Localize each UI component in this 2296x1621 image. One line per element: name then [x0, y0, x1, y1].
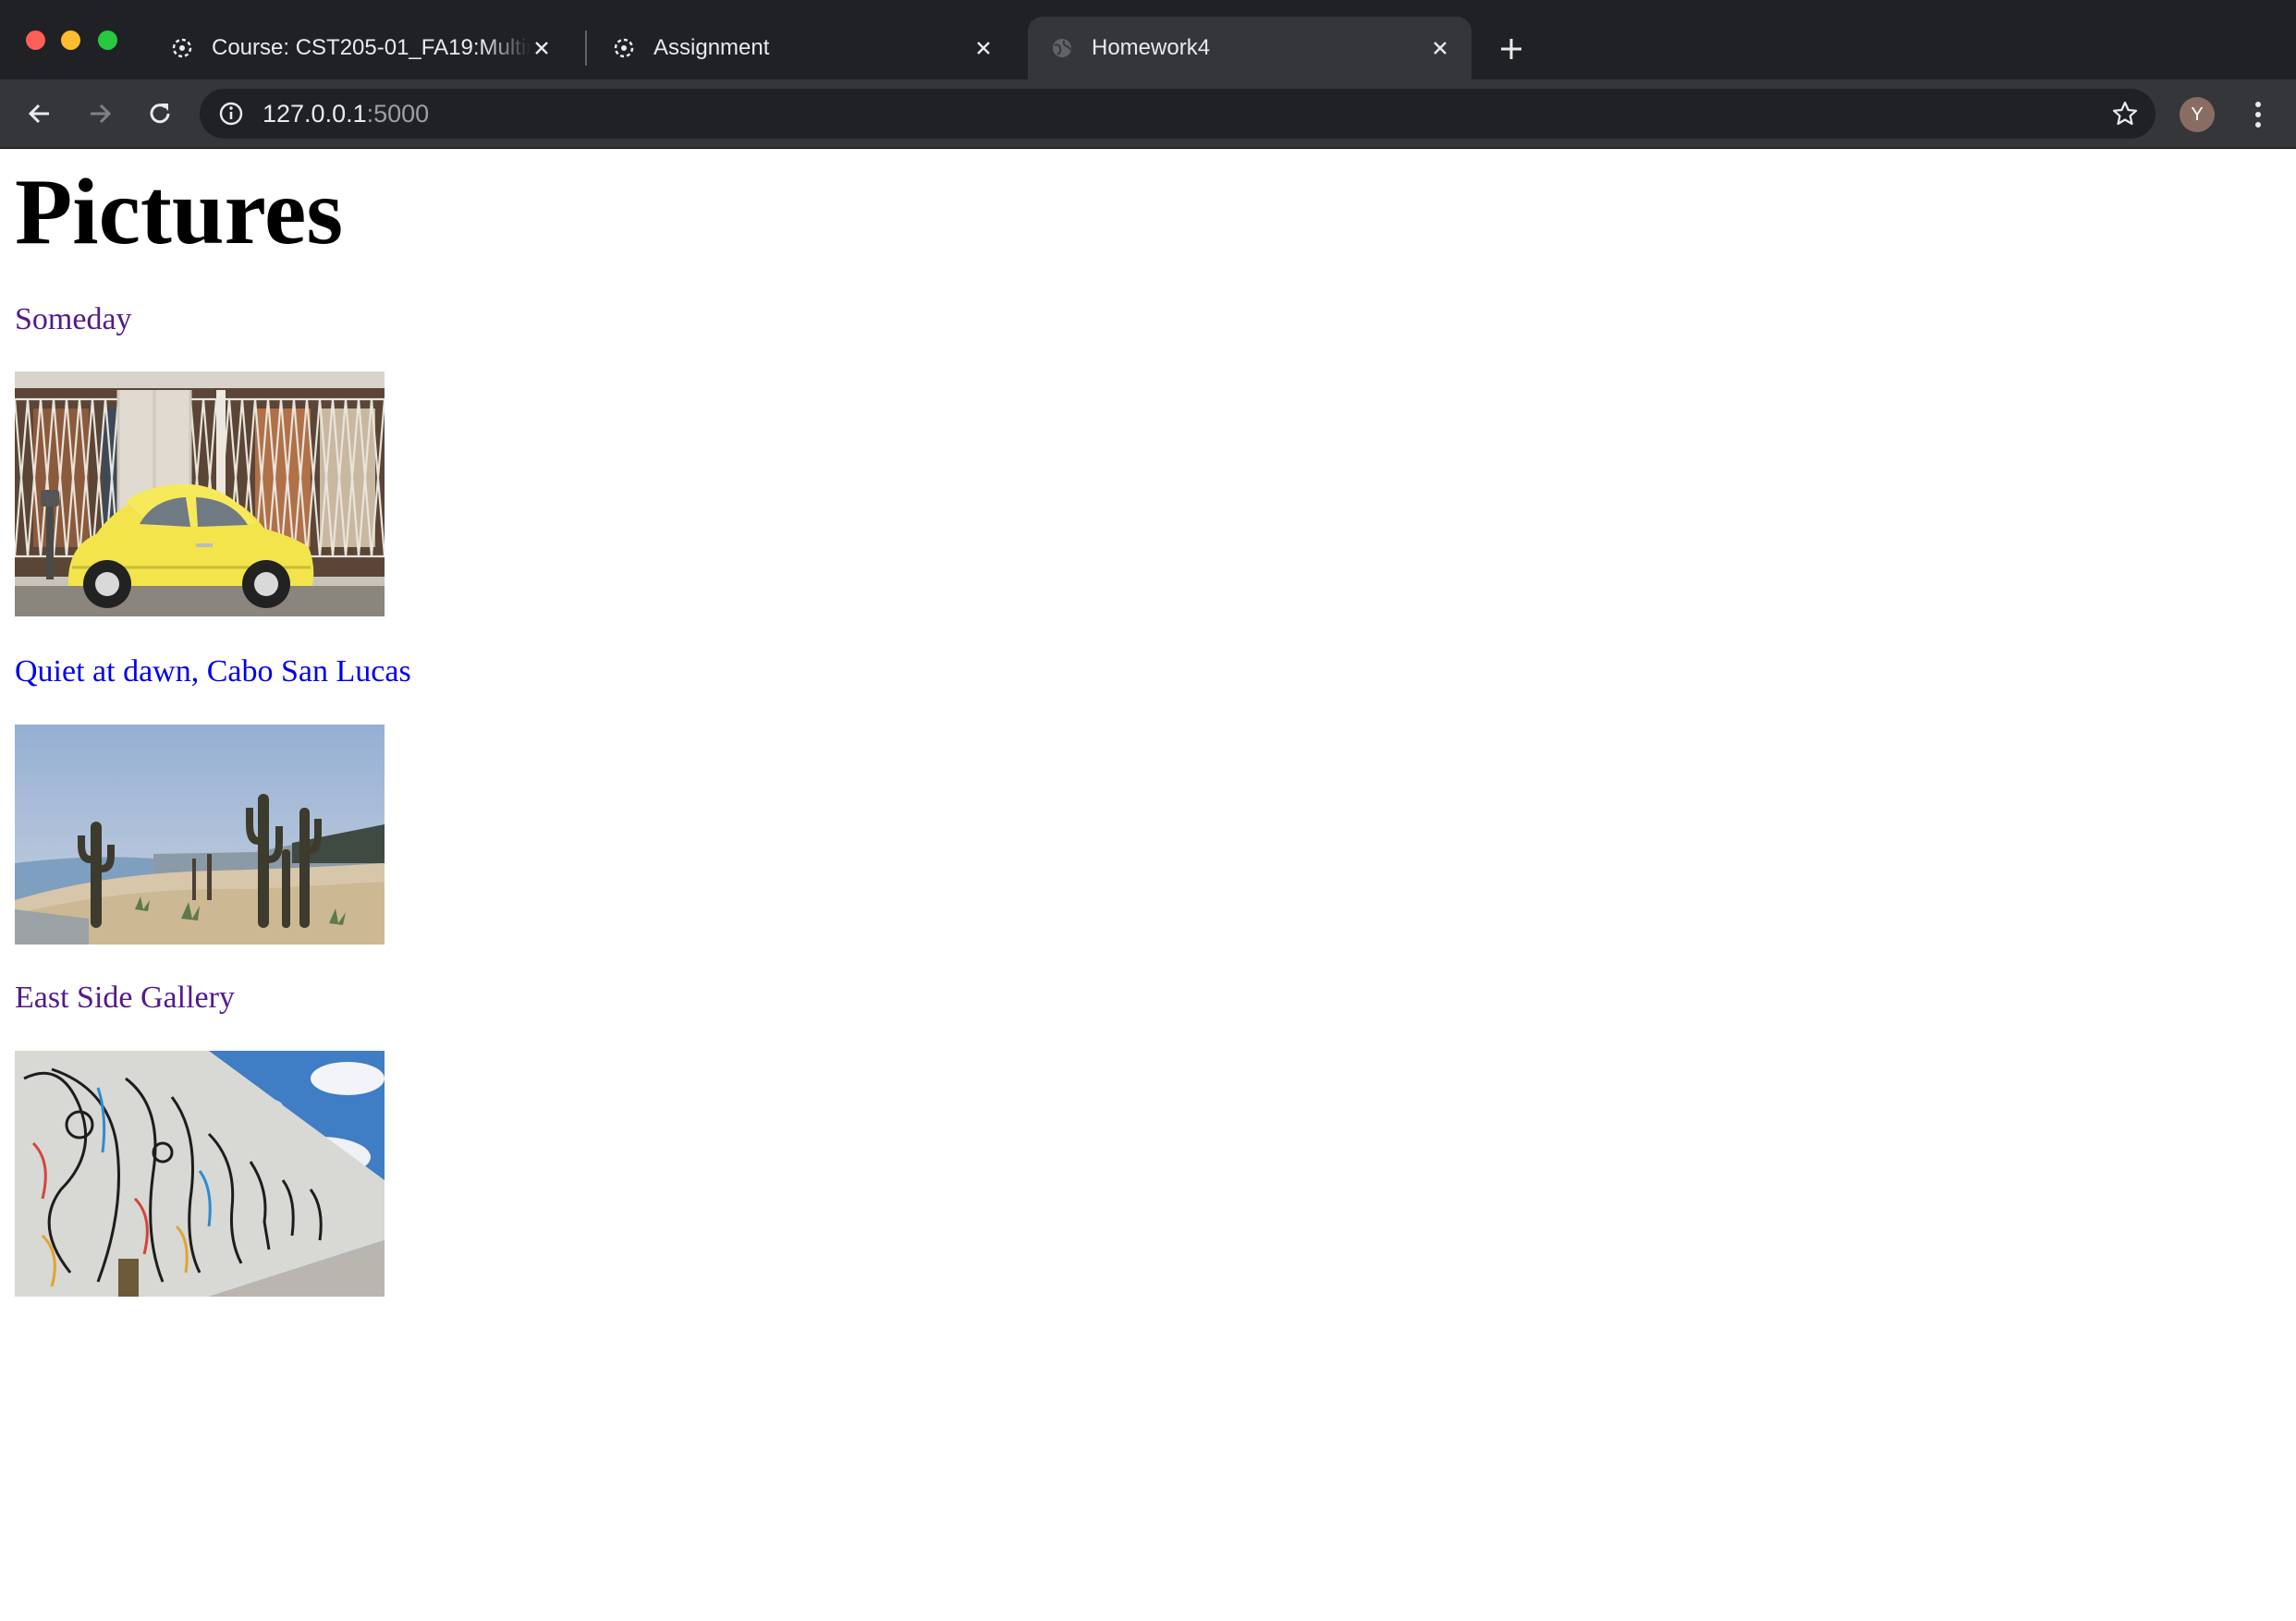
close-tab-icon[interactable] — [972, 37, 995, 59]
page-content: Pictures Someday Quiet at dawn, Cabo San… — [0, 149, 2296, 1621]
graffiti-wall-photo[interactable] — [15, 1051, 385, 1297]
tab-homework4[interactable]: Homework4 — [1028, 17, 1472, 79]
forward-arrow-icon[interactable] — [85, 99, 115, 128]
canvas-favicon-icon — [614, 38, 634, 58]
more-menu-icon[interactable] — [2244, 98, 2272, 131]
browser-tab-strip: Course: CST205-01_FA19:Multimedia Design… — [0, 0, 2296, 79]
tab-title: Course: CST205-01_FA19:Multimedia Design… — [212, 35, 531, 60]
url-port: :5000 — [366, 100, 430, 128]
browser-toolbar: 127.0.0.1:5000 Y — [0, 79, 2296, 149]
picture-link-cabo[interactable]: Quiet at dawn, Cabo San Lucas — [15, 656, 411, 688]
picture-link-east-side-gallery[interactable]: East Side Gallery — [15, 982, 235, 1014]
tab-separator — [585, 30, 587, 66]
reload-icon[interactable] — [145, 99, 175, 128]
back-arrow-icon[interactable] — [25, 99, 55, 128]
picture-link-someday[interactable]: Someday — [15, 304, 132, 335]
tab-title: Assignment — [653, 35, 770, 60]
tab-title: Homework4 — [1092, 35, 1211, 60]
canvas-favicon-icon — [172, 38, 192, 58]
close-tab-icon[interactable] — [1429, 37, 1451, 59]
page-title: Pictures — [15, 160, 344, 264]
profile-avatar[interactable]: Y — [2180, 97, 2215, 132]
tab-course[interactable]: Course: CST205-01_FA19:Multimedia Design… — [148, 17, 573, 79]
globe-icon — [1053, 39, 1071, 57]
site-info-icon[interactable] — [218, 101, 244, 127]
address-bar[interactable]: 127.0.0.1:5000 — [200, 89, 2156, 139]
tab-assignment[interactable]: Assignment — [590, 17, 1015, 79]
cactus-beach-photo[interactable] — [15, 725, 385, 945]
yellow-beetle-car-photo[interactable] — [15, 372, 385, 616]
minimize-window-button[interactable] — [61, 30, 80, 50]
bookmark-star-icon[interactable] — [2111, 100, 2139, 128]
url-text: 127.0.0.1:5000 — [263, 100, 429, 128]
close-window-button[interactable] — [26, 30, 45, 50]
zoom-window-button[interactable] — [98, 30, 117, 50]
close-tab-icon[interactable] — [531, 37, 553, 59]
url-host: 127.0.0.1 — [263, 100, 367, 128]
new-tab-icon[interactable] — [1497, 35, 1525, 63]
